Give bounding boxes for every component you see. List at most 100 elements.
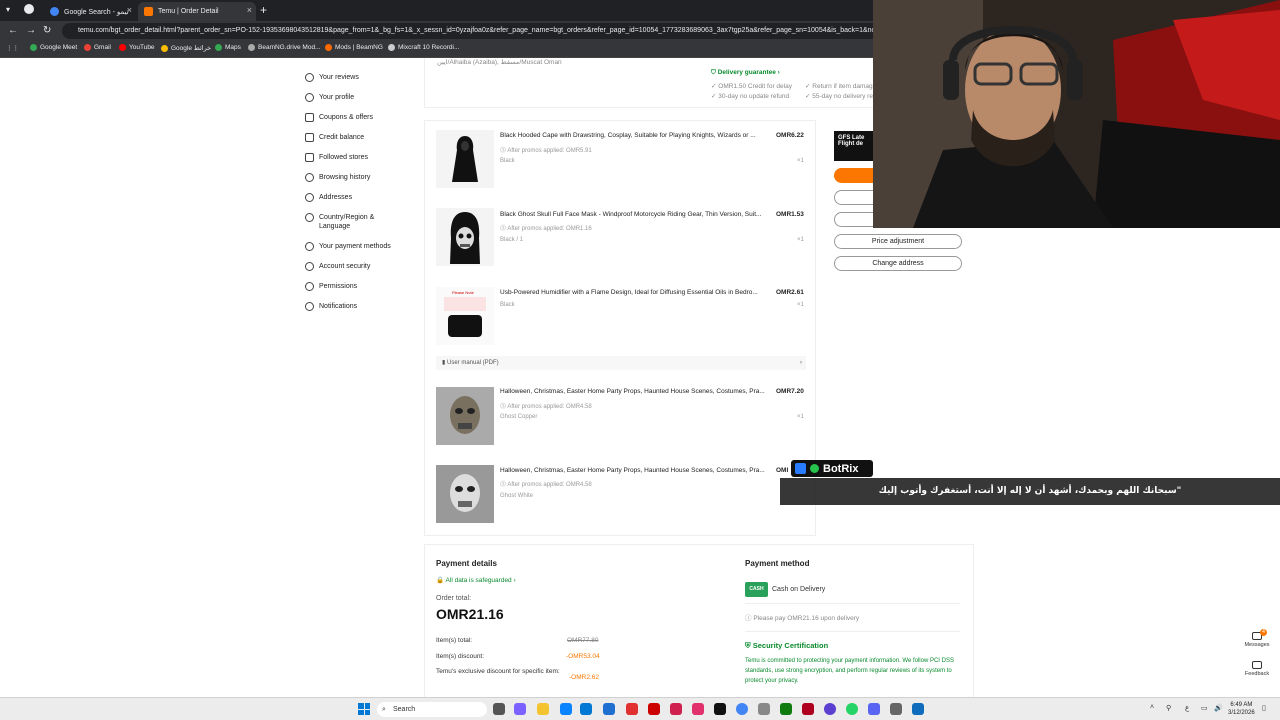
back-icon[interactable]: ←	[8, 25, 18, 36]
bookmark-maps[interactable]: Maps	[215, 44, 241, 51]
item-title[interactable]: Usb-Powered Humidifier with a Flame Desi…	[500, 289, 770, 296]
sidebar-item-account-security[interactable]: Account security	[305, 262, 389, 271]
tab-search-icon[interactable]: ▾	[6, 5, 10, 14]
payment-method-value: Cash on Delivery	[772, 586, 826, 593]
edge-icon[interactable]	[560, 703, 572, 715]
forward-icon[interactable]: →	[26, 25, 36, 36]
sidebar-item-permissions[interactable]: Permissions	[305, 282, 389, 291]
browser-profile-icon[interactable]	[24, 4, 34, 14]
credit-for-delay: ✓ OMR1.50 Credit for delay	[711, 83, 792, 90]
x-icon[interactable]	[714, 703, 726, 715]
mail-icon[interactable]	[603, 703, 615, 715]
apps-icon[interactable]: ⋮⋮	[6, 44, 19, 52]
tab-google-search[interactable]: Google Search - تيمو ×	[44, 2, 136, 21]
reload-icon[interactable]: ↻	[43, 25, 51, 36]
item-thumbnail[interactable]	[436, 465, 494, 523]
tertiary-action-button[interactable]	[834, 212, 874, 227]
item-promo-text: After promos applied: OMR5.91	[507, 148, 592, 154]
sidebar-item-coupons[interactable]: Coupons & offers	[305, 113, 389, 122]
sidebar-item-profile[interactable]: Your profile	[305, 93, 389, 102]
xbox-icon[interactable]	[780, 703, 792, 715]
bookmark-google-maps-ar[interactable]: Google خرائط	[161, 44, 211, 52]
no-delivery-refund: ✓ 55-day no delivery ref	[805, 93, 875, 100]
usb-icon[interactable]: ⚲	[1166, 704, 1171, 712]
sidebar-item-addresses[interactable]: Addresses	[305, 193, 389, 202]
sidebar-item-credit[interactable]: Credit balance	[305, 133, 389, 142]
monitor-icon[interactable]: ▭	[1201, 704, 1208, 712]
taskbar-clock[interactable]: 6:49 AM 3/12/2026	[1228, 701, 1255, 717]
item-promo: ⓵ After promos applied: OMR4.58	[500, 404, 592, 410]
youtube-app-icon[interactable]	[626, 703, 638, 715]
item-price: OMR1.53	[776, 211, 804, 218]
ghost-copper-mask-image	[436, 387, 494, 445]
bookmark-beamng-mod[interactable]: BeamNG.drive Mod...	[248, 44, 321, 51]
bookmark-youtube[interactable]: YouTube	[119, 44, 155, 51]
bookmark-label: Mods | BeamNG	[335, 44, 383, 51]
item-title[interactable]: Halloween, Christmas, Easter Home Party …	[500, 467, 785, 474]
language-indicator[interactable]: ع	[1185, 704, 1189, 712]
safeguarded-label: All data is safeguarded	[445, 577, 512, 584]
close-tab-icon[interactable]: ×	[127, 5, 132, 15]
sidebar-item-country-language[interactable]: Country/Region & Language	[305, 213, 389, 231]
app-icon[interactable]	[802, 703, 814, 715]
item-thumbnail[interactable]	[436, 130, 494, 188]
payment-method-title: Payment method	[745, 559, 810, 568]
file-explorer-icon[interactable]	[537, 703, 549, 715]
taskbar-search[interactable]: ⌕ Search	[377, 702, 487, 717]
safeguarded-link[interactable]: 🔒 All data is safeguarded ›	[436, 576, 516, 584]
netflix-icon[interactable]	[648, 703, 660, 715]
whatsapp-icon[interactable]	[846, 703, 858, 715]
secondary-action-button[interactable]	[834, 190, 874, 205]
app-w-icon[interactable]	[670, 703, 682, 715]
item-thumbnail[interactable]	[436, 387, 494, 445]
user-manual-link[interactable]: ▮ User manual (PDF) ›	[436, 356, 806, 370]
sidebar-item-browsing-history[interactable]: Browsing history	[305, 173, 389, 182]
bookmark-mixcraft[interactable]: Mixcraft 10 Recordi...	[388, 44, 459, 51]
copilot-icon[interactable]	[514, 703, 526, 715]
item-price: OMI	[776, 467, 789, 474]
sidebar-item-notifications[interactable]: Notifications	[305, 302, 389, 311]
sidebar-item-label: Your reviews	[319, 74, 359, 81]
bookmark-mods-beamng[interactable]: Mods | BeamNG	[325, 44, 383, 51]
feedback-button[interactable]: Feedback	[1243, 661, 1271, 677]
item-title[interactable]: Halloween, Christmas, Easter Home Party …	[500, 388, 770, 395]
chevron-up-icon[interactable]: ˄	[1150, 704, 1154, 711]
item-title[interactable]: Black Hooded Cape with Drawstring, Cospl…	[500, 132, 770, 139]
skull-mask-image	[436, 208, 494, 266]
bookmark-gmail[interactable]: Gmail	[84, 44, 111, 51]
windows-start-icon[interactable]	[358, 703, 370, 715]
return-if-damaged-label: Return if item damage	[812, 83, 877, 90]
app-icon[interactable]	[912, 703, 924, 715]
permissions-icon	[305, 282, 314, 291]
tab-temu-order-detail[interactable]: Temu | Order Detail ×	[138, 2, 256, 21]
divider	[745, 631, 960, 632]
chrome-icon[interactable]	[736, 703, 748, 715]
messages-label: Messages	[1244, 642, 1270, 648]
messages-button[interactable]: Messages 4	[1243, 629, 1271, 648]
app-icon[interactable]	[758, 703, 770, 715]
instagram-icon[interactable]	[692, 703, 704, 715]
item-thumbnail[interactable]	[436, 208, 494, 266]
new-tab-icon[interactable]: +	[260, 3, 267, 17]
sidebar-item-payment-methods[interactable]: Your payment methods	[305, 242, 409, 251]
close-tab-icon[interactable]: ×	[247, 5, 252, 15]
sidebar-item-reviews[interactable]: Your reviews	[305, 73, 389, 82]
discord-icon[interactable]	[868, 703, 880, 715]
task-view-icon[interactable]	[493, 703, 505, 715]
sidebar-item-followed-stores[interactable]: Followed stores	[305, 153, 389, 162]
store-icon[interactable]	[580, 703, 592, 715]
primary-action-button[interactable]	[834, 168, 874, 183]
bookmark-google-meet[interactable]: Google Meet	[30, 44, 77, 51]
card-icon	[305, 242, 314, 251]
url-input[interactable]: temu.com/bgt_order_detail.html?parent_or…	[62, 23, 942, 39]
change-address-button[interactable]: Change address	[834, 256, 962, 271]
delivery-guarantee-link[interactable]: ⛉ Delivery guarantee ›	[711, 69, 780, 77]
notification-icon[interactable]: ▯	[1262, 704, 1266, 712]
item-thumbnail[interactable]: Please Note	[436, 287, 494, 345]
botrix-chat-message: "سبحانك اللهم وبحمدك، أشهد أن لا إله إلا…	[780, 478, 1280, 505]
volume-icon[interactable]: 🔊	[1214, 704, 1223, 712]
item-title[interactable]: Black Ghost Skull Full Face Mask - Windp…	[500, 211, 770, 218]
app-icon[interactable]	[824, 703, 836, 715]
settings-icon[interactable]	[890, 703, 902, 715]
price-adjustment-button[interactable]: Price adjustment	[834, 234, 962, 249]
